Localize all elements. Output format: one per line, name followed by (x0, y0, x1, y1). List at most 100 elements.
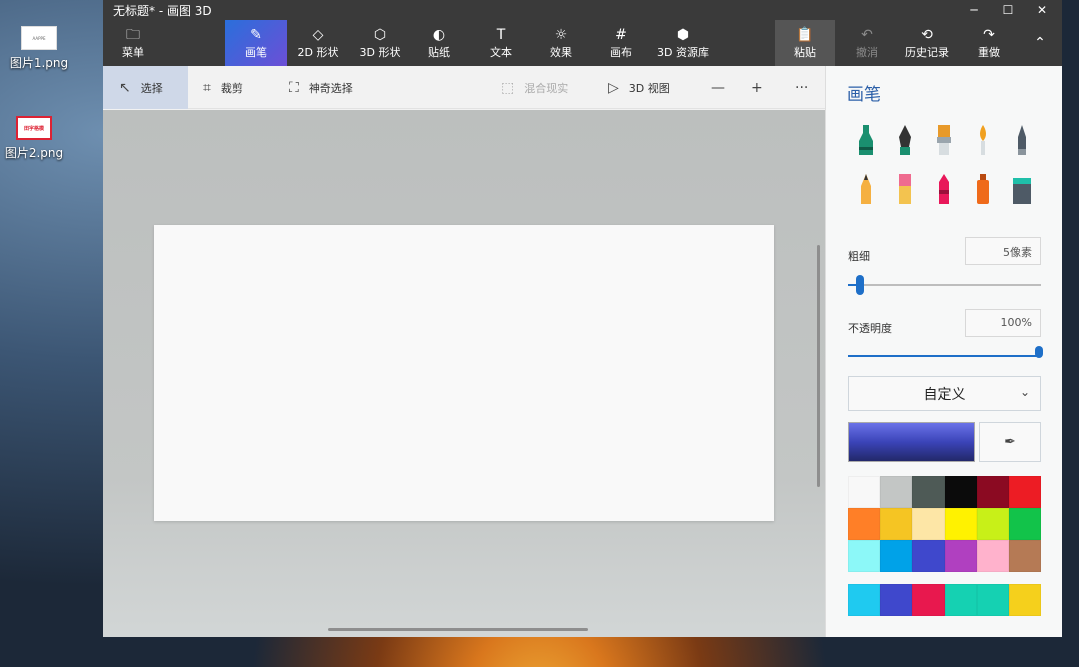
thickness-slider[interactable] (848, 275, 1041, 295)
paste-button[interactable]: 📋 粘贴 (775, 20, 835, 66)
paint3d-window: 无标题* - 画图 3D ─ ☐ ✕ 🗀 菜单 ✎ 画笔 ◇ 2D 形状 ⬡ 3… (103, 0, 1062, 637)
palette-swatch[interactable] (848, 540, 881, 572)
close-button[interactable]: ✕ (1027, 0, 1057, 20)
desktop-icon-image1[interactable]: AAPPE 图片1.png (4, 26, 74, 71)
history-button[interactable]: ⟲ 历史记录 (903, 20, 951, 66)
history-icon: ⟲ (921, 27, 933, 43)
crayon-icon[interactable] (932, 172, 956, 206)
custom-color-swatch[interactable] (848, 584, 881, 616)
tab-2d-shapes[interactable]: ◇ 2D 形状 (293, 20, 343, 66)
mixed-reality-icon: ⬚ (501, 79, 515, 96)
palette-swatch[interactable] (1008, 540, 1041, 572)
zoom-in-button[interactable]: + (751, 66, 773, 109)
undo-icon: ↶ (861, 27, 873, 43)
opacity-slider-fill (848, 355, 1041, 357)
tab-3d-shapes[interactable]: ⬡ 3D 形状 (355, 20, 405, 66)
drawing-canvas[interactable] (154, 225, 774, 521)
palette-swatch[interactable] (944, 476, 977, 508)
palette-swatch[interactable] (1008, 476, 1041, 508)
custom-color-swatch[interactable] (976, 584, 1009, 616)
undo-button[interactable]: ↶ 撤消 (851, 20, 883, 66)
ribbon: 🗀 菜单 ✎ 画笔 ◇ 2D 形状 ⬡ 3D 形状 ◐ 贴纸 T 文本 ☼ 效果… (103, 20, 1062, 66)
opacity-field[interactable]: 100% (965, 309, 1041, 337)
more-options-button[interactable]: ··· (795, 66, 818, 109)
palette-swatch[interactable] (880, 508, 913, 540)
magic-select-button[interactable]: ⛶ 神奇选择 (289, 66, 353, 109)
tab-text[interactable]: T 文本 (483, 20, 519, 66)
zoom-out-button[interactable]: — (711, 66, 735, 109)
tab-effects[interactable]: ☼ 效果 (543, 20, 579, 66)
image-thumbnail: AAPPE (21, 26, 57, 50)
pixel-pen-icon[interactable] (1010, 123, 1034, 157)
tab-3d-library[interactable]: ⬢ 3D 资源库 (655, 20, 711, 66)
view-3d-icon: ▷ (608, 79, 619, 96)
palette-swatch[interactable] (1008, 508, 1041, 540)
color-mode-dropdown[interactable]: 自定义 ⌄ (848, 376, 1041, 411)
eyedropper-icon: ✒ (1004, 434, 1016, 450)
custom-color-swatch[interactable] (880, 584, 913, 616)
text-icon: T (496, 27, 506, 43)
pencil-icon[interactable] (854, 172, 878, 206)
palette-swatch[interactable] (976, 476, 1009, 508)
shapes-2d-icon: ◇ (312, 27, 324, 43)
crop-icon: ⌗ (203, 79, 211, 96)
desktop-icon-image2[interactable]: 田字格模 图片2.png (0, 116, 69, 161)
palette-swatch[interactable] (880, 476, 913, 508)
minus-icon: — (711, 79, 725, 96)
brush-icon: ✎ (250, 27, 262, 43)
tab-stickers[interactable]: ◐ 贴纸 (421, 20, 457, 66)
palette-swatch[interactable] (848, 476, 881, 508)
window-title: 无标题* - 画图 3D (113, 4, 212, 18)
menu-button[interactable]: 🗀 菜单 (113, 20, 153, 66)
custom-color-swatch[interactable] (912, 584, 945, 616)
chevron-up-icon: ⌃ (1034, 35, 1046, 51)
palette-swatch[interactable] (944, 540, 977, 572)
brush-side-panel: 画笔 粗细 5像素 不透明度 100% 自定义 ⌄ ✒ (825, 66, 1062, 637)
crop-button[interactable]: ⌗ 裁剪 (203, 66, 243, 109)
image-thumbnail: 田字格模 (16, 116, 52, 140)
palette-swatch[interactable] (976, 508, 1009, 540)
opacity-slider[interactable] (848, 346, 1043, 358)
redo-button[interactable]: ↷ 重做 (973, 20, 1005, 66)
tab-brushes[interactable]: ✎ 画笔 (225, 20, 287, 66)
custom-color-swatch[interactable] (1008, 584, 1042, 616)
palette-swatch[interactable] (976, 540, 1009, 572)
calligraphy-pen-icon[interactable] (893, 123, 917, 157)
palette-swatch[interactable] (912, 508, 945, 540)
thickness-slider-thumb[interactable] (855, 275, 864, 295)
mixed-reality-button[interactable]: ⬚ 混合现实 (501, 66, 568, 109)
minimize-button[interactable]: ─ (959, 0, 989, 20)
custom-color-swatch[interactable] (944, 584, 977, 616)
clipboard-icon: 📋 (796, 27, 814, 43)
opacity-slider-thumb[interactable] (1035, 346, 1043, 358)
spray-can-icon[interactable] (971, 172, 995, 206)
tab-canvas[interactable]: # 画布 (603, 20, 639, 66)
view-3d-button[interactable]: ▷ 3D 视图 (608, 66, 670, 109)
palette-swatch[interactable] (912, 476, 945, 508)
marker-icon[interactable] (854, 123, 878, 157)
plus-icon: + (751, 79, 763, 96)
panel-title: 画笔 (847, 85, 881, 105)
magic-select-icon: ⛶ (289, 79, 299, 96)
vertical-scrollbar[interactable] (817, 245, 820, 487)
eyedropper-button[interactable]: ✒ (979, 422, 1041, 462)
current-color-swatch[interactable] (848, 422, 975, 462)
sun-icon: ☼ (554, 27, 568, 43)
select-button[interactable]: ↖ 选择 (103, 66, 188, 109)
watercolor-brush-icon[interactable] (971, 123, 995, 157)
palette-swatch[interactable] (944, 508, 977, 540)
color-palette (848, 476, 1041, 572)
palette-swatch[interactable] (880, 540, 913, 572)
palette-swatch[interactable] (912, 540, 945, 572)
cursor-icon: ↖ (119, 79, 131, 96)
oil-brush-icon[interactable] (932, 123, 956, 157)
fill-bucket-icon[interactable] (1010, 172, 1034, 206)
eraser-icon[interactable] (893, 172, 917, 206)
horizontal-scrollbar[interactable] (328, 628, 588, 631)
sticker-icon: ◐ (432, 27, 446, 43)
palette-swatch[interactable] (848, 508, 881, 540)
maximize-button[interactable]: ☐ (993, 0, 1023, 20)
canvas-workspace[interactable] (103, 110, 825, 637)
collapse-ribbon-button[interactable]: ⌃ (1027, 20, 1053, 66)
thickness-field[interactable]: 5像素 (965, 237, 1041, 265)
